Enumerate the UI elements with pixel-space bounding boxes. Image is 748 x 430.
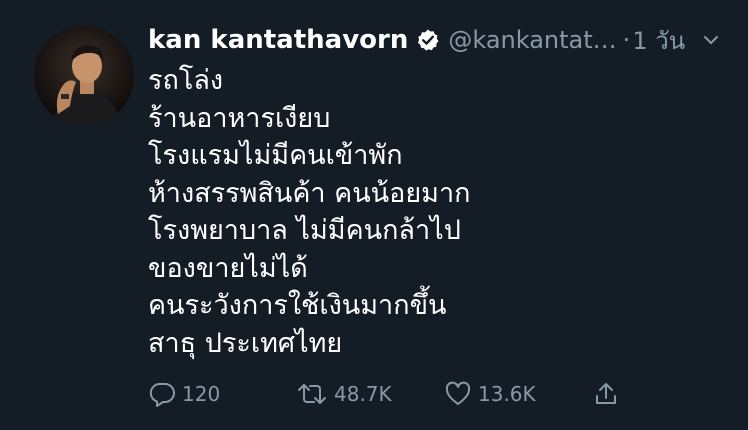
user-handle[interactable]: @kankantat… [448,26,616,54]
share-button[interactable] [592,372,620,416]
retweet-icon [296,380,328,408]
share-icon [592,380,620,408]
tweet-line: ห้างสรรพสินค้า คนน้อยมาก [148,177,471,209]
tweet-line: ของขายไม่ได้ [148,252,308,284]
tweet-line: รถโล่ง [148,65,224,96]
avatar[interactable] [34,26,134,126]
retweet-count: 48.7K [334,382,392,406]
tweet-actions: 120 48.7K 13.6K [148,372,708,416]
verified-badge-icon [416,28,440,52]
like-count: 13.6K [478,382,536,406]
tweet-timestamp[interactable]: 1 วัน [632,21,685,60]
chevron-down-icon[interactable] [701,30,721,50]
retweet-button[interactable]: 48.7K [296,372,392,416]
reply-count: 120 [182,382,221,406]
display-name[interactable]: kan kantathavorn [148,25,408,55]
tweet-line: คนระวังการใช้เงินมากขึ้น [148,290,447,321]
avatar-image [34,26,134,126]
tweet-line: ร้านอาหารเงียบ [148,102,331,134]
separator-dot: · [622,26,631,54]
tweet-header: kan kantathavorn @kankantat… · 1 วัน [148,22,728,58]
reply-icon [148,380,176,408]
reply-button[interactable]: 120 [148,372,220,416]
like-icon [444,380,472,408]
like-button[interactable]: 13.6K [444,372,536,416]
tweet-line: สาธุ ประเทศไทย [148,327,343,359]
tweet-line: โรงพยาบาล ไม่มีคนกล้าไป [148,215,461,246]
tweet-card: kan kantathavorn @kankantat… · 1 วัน รถโ… [0,0,748,430]
tweet-line: โรงแรมไม่มีคนเข้าพัก [148,140,403,171]
tweet-text: รถโล่ง ร้านอาหารเงียบ โรงแรมไม่มีคนเข้าพ… [148,62,728,362]
